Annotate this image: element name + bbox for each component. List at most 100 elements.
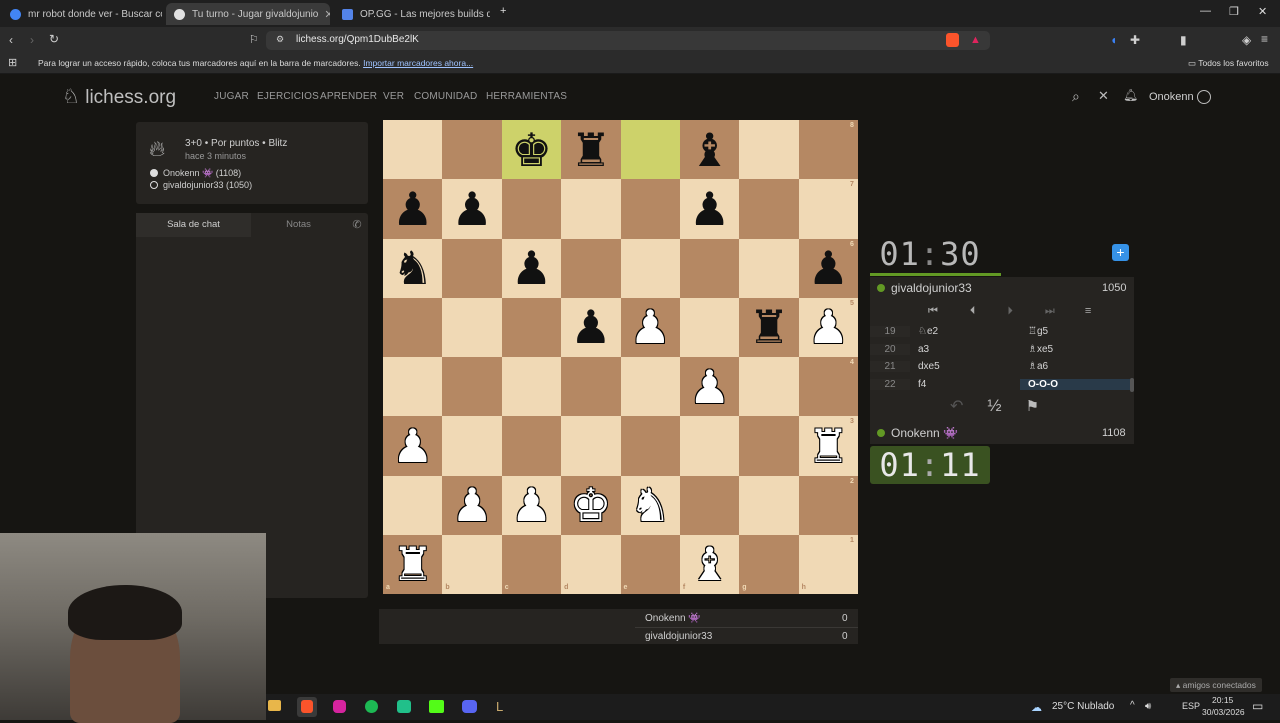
square-b8[interactable] — [442, 120, 502, 180]
extensions-icon[interactable]: ✚ — [1130, 33, 1140, 47]
square-a8[interactable] — [383, 120, 443, 180]
square-e3[interactable] — [620, 416, 680, 476]
league-icon[interactable]: L — [496, 699, 503, 714]
close-window-icon[interactable]: ✕ — [1258, 5, 1267, 18]
brave-rewards-icon[interactable]: ▲ — [970, 34, 981, 46]
opponent-name[interactable]: givaldojunior33 — [877, 281, 972, 295]
user-menu[interactable]: Onokenn — [1149, 90, 1211, 104]
back-icon[interactable]: ‹ — [9, 33, 13, 47]
new-tab-icon[interactable]: + — [500, 5, 506, 17]
square-d1[interactable] — [561, 534, 621, 595]
white-bishop-icon[interactable]: ♝ — [680, 535, 739, 594]
black-knight-icon[interactable]: ♞ — [383, 239, 442, 298]
square-d4[interactable] — [561, 357, 621, 417]
white-king-icon[interactable]: ♚ — [561, 476, 620, 535]
black-rook-icon[interactable]: ♜ — [739, 298, 798, 357]
square-f3[interactable] — [679, 416, 740, 476]
white-move[interactable]: dxe5 — [910, 361, 1020, 372]
restore-icon[interactable]: ❐ — [1229, 5, 1239, 18]
instagram-icon[interactable] — [333, 700, 346, 713]
file-explorer-icon[interactable] — [268, 700, 281, 711]
black-king-icon[interactable]: ♚ — [502, 120, 561, 179]
black-move[interactable]: ♗a6 — [1020, 361, 1130, 372]
square-g4[interactable] — [739, 357, 799, 417]
square-d6[interactable] — [561, 238, 621, 298]
square-a2[interactable] — [383, 475, 443, 535]
square-g3[interactable] — [739, 416, 799, 476]
nav-comunidad[interactable]: COMUNIDAD — [414, 91, 477, 102]
square-c1[interactable] — [501, 534, 562, 595]
black-pawn-icon[interactable]: ♟ — [502, 239, 561, 298]
takeback-icon[interactable]: ↶ — [950, 396, 963, 416]
white-move[interactable]: a3 — [910, 344, 1020, 355]
black-pawn-icon[interactable]: ♟ — [383, 179, 442, 238]
bookmark-icon[interactable]: ⚐ — [249, 33, 259, 46]
white-rook-icon[interactable]: ♜ — [383, 535, 442, 594]
square-a5[interactable] — [383, 297, 443, 358]
square-g8[interactable] — [739, 120, 799, 180]
prev-move-icon[interactable]: ⏴ — [970, 305, 976, 318]
square-c3[interactable] — [501, 416, 562, 476]
white-pawn-icon[interactable]: ♟ — [621, 298, 680, 357]
discord-icon[interactable] — [462, 700, 477, 713]
black-pawn-icon[interactable]: ♟ — [561, 298, 620, 357]
first-move-icon[interactable]: ⏮ — [928, 305, 938, 318]
spotify-icon[interactable] — [365, 700, 378, 713]
import-bookmarks-link[interactable]: Importar marcadores ahora... — [363, 58, 473, 68]
square-c7[interactable] — [501, 179, 562, 239]
black-bishop-icon[interactable]: ♝ — [680, 120, 739, 179]
square-e1[interactable] — [620, 534, 680, 595]
last-move-icon[interactable]: ⏭ — [1045, 305, 1055, 318]
black-pawn-icon[interactable]: ♟ — [680, 179, 739, 238]
square-f6[interactable] — [679, 238, 740, 298]
black-move[interactable]: ♖g5 — [1020, 326, 1130, 337]
phone-icon[interactable]: ✆ — [346, 213, 368, 237]
apps-icon[interactable]: ⊞ — [8, 56, 17, 69]
white-player[interactable]: Onokenn 👾 (1108) — [163, 168, 241, 179]
square-b3[interactable] — [442, 416, 502, 476]
notifications-icon[interactable]: 🔔︎ — [1123, 88, 1138, 102]
white-knight-icon[interactable]: ♞ — [621, 476, 680, 535]
tray-chevron-icon[interactable]: ^ — [1130, 700, 1135, 711]
add-time-icon[interactable]: + — [1112, 244, 1129, 261]
square-c5[interactable] — [501, 297, 562, 358]
nav-jugar[interactable]: JUGAR — [214, 91, 249, 102]
square-f5[interactable] — [679, 297, 740, 358]
browser-tab-search[interactable]: mr robot donde ver - Buscar con Goo — [2, 3, 162, 25]
all-favorites-folder[interactable]: ▭ Todos los favoritos — [1188, 58, 1269, 69]
square-g1[interactable] — [739, 534, 799, 595]
speaker-icon[interactable]: 🔊︎ — [1145, 701, 1151, 712]
resign-flag-icon[interactable]: ⚑ — [1026, 397, 1039, 415]
square-b1[interactable] — [442, 534, 502, 595]
square-g2[interactable] — [739, 475, 799, 535]
player-name[interactable]: Onokenn 👾 — [877, 426, 958, 440]
chess-board[interactable]: ♚ ♜ ♝ 8 ♟ ♟ ♟ 7 ♞ ♟ ♟ 6 ♟ ♟ ♜ ♟ 5 ♟ 4 ♟ ♜ 3 ♟ ♟ ♚ ♞ 2 ♜ a b c d e ♝ f g 1 h — [383, 120, 859, 595]
square-e7[interactable] — [620, 179, 680, 239]
black-pawn-icon[interactable]: ♟ — [442, 179, 501, 238]
wallet-icon[interactable]: ◖ — [1110, 33, 1117, 47]
white-pawn-icon[interactable]: ♟ — [502, 476, 561, 535]
nav-ejercicios[interactable]: EJERCICIOS — [257, 91, 319, 102]
tab-notes[interactable]: Notas — [251, 213, 346, 237]
black-move[interactable]: O-O-O — [1020, 378, 1130, 390]
nav-aprender[interactable]: APRENDER — [320, 91, 377, 102]
draw-button[interactable]: ½ — [987, 396, 1001, 416]
white-pawn-icon[interactable]: ♟ — [383, 416, 442, 475]
move-list-scrollbar[interactable] — [1130, 378, 1134, 392]
reload-icon[interactable]: ↻ — [49, 32, 59, 46]
black-rook-icon[interactable]: ♜ — [561, 120, 620, 179]
browser-tab-opgg[interactable]: OP.GG - Las mejores builds de LoL y — [334, 3, 490, 25]
square-g6[interactable] — [739, 238, 799, 298]
search-icon[interactable]: ⌕ — [1072, 88, 1080, 105]
white-pawn-icon[interactable]: ♟ — [442, 476, 501, 535]
vpn-icon[interactable]: ◈ — [1242, 33, 1251, 47]
black-player[interactable]: givaldojunior33 (1050) — [163, 180, 252, 190]
nav-ver[interactable]: VER — [383, 91, 404, 102]
close-x-icon[interactable]: ✕ — [1098, 88, 1109, 104]
sidebar-icon[interactable]: ▮ — [1180, 33, 1187, 47]
square-c4[interactable] — [501, 357, 562, 417]
kick-icon[interactable] — [429, 700, 444, 713]
menu-icon[interactable]: ≡ — [1261, 32, 1268, 46]
nav-herramientas[interactable]: HERRAMIENTAS — [486, 91, 567, 102]
weather-text[interactable]: 25°C Nublado — [1052, 701, 1114, 712]
